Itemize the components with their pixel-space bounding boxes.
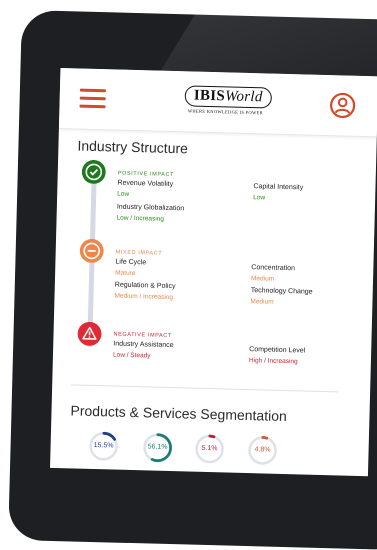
logo-tagline: Where Knowledge Is Power [184,108,266,115]
industry-structure-title: Industry Structure [77,138,188,157]
segment-percentage: 4.8% [247,446,277,454]
factor-value: Low [117,191,129,198]
warning-triangle-icon [77,322,102,347]
segment-percentage: 56.1% [143,443,173,451]
tablet-frame: IBISWorld Where Knowledge Is Power Indus… [8,10,377,550]
segment-percentage: 5.1% [194,445,224,453]
mixed-impact-label: MIXED IMPACT [116,250,163,257]
factor-value: High / Increasing [249,357,298,365]
hamburger-menu-icon[interactable] [79,89,106,110]
logo-main-text: IBIS [194,88,226,105]
factor-revenue-volatility: Revenue Volatility [117,180,173,188]
factor-value: Low [253,194,265,201]
app-screen: IBISWorld Where Knowledge Is Power Indus… [50,68,377,476]
positive-impact-label: POSITIVE IMPACT [118,171,174,178]
factor-value: Low / Increasing [116,215,164,223]
factor-value: Medium [251,275,274,283]
products-services-title: Products & Services Segmentation [70,402,287,424]
factor-life-cycle: Life Cycle [115,259,146,267]
factor-concentration: Concentration [251,264,295,272]
top-navigation-bar: IBISWorld Where Knowledge Is Power [59,68,377,137]
segment-percentage: 15.5% [89,442,119,450]
factor-value: Mature [115,270,135,278]
factor-technology-change: Technology Change [251,287,313,296]
factor-industry-assistance: Industry Assistance [113,341,173,350]
factor-capital-intensity: Capital Intensity [253,183,303,191]
ibisworld-logo[interactable]: IBISWorld Where Knowledge Is Power [184,85,267,121]
user-profile-icon[interactable] [329,92,356,119]
factor-competition-level: Competition Level [249,346,305,354]
section-divider [71,384,338,392]
factor-industry-globalization: Industry Globalization [117,204,184,213]
check-circle-icon [81,160,106,185]
negative-impact-label: NEGATIVE IMPACT [113,332,171,340]
factor-value: Low / Steady [113,352,151,360]
minus-circle-icon [79,239,104,264]
factor-value: Medium [250,298,273,306]
factor-value: Medium / Increasing [114,293,173,302]
logo-italic-text: World [225,88,263,105]
factor-regulation-policy: Regulation & Policy [115,282,176,291]
